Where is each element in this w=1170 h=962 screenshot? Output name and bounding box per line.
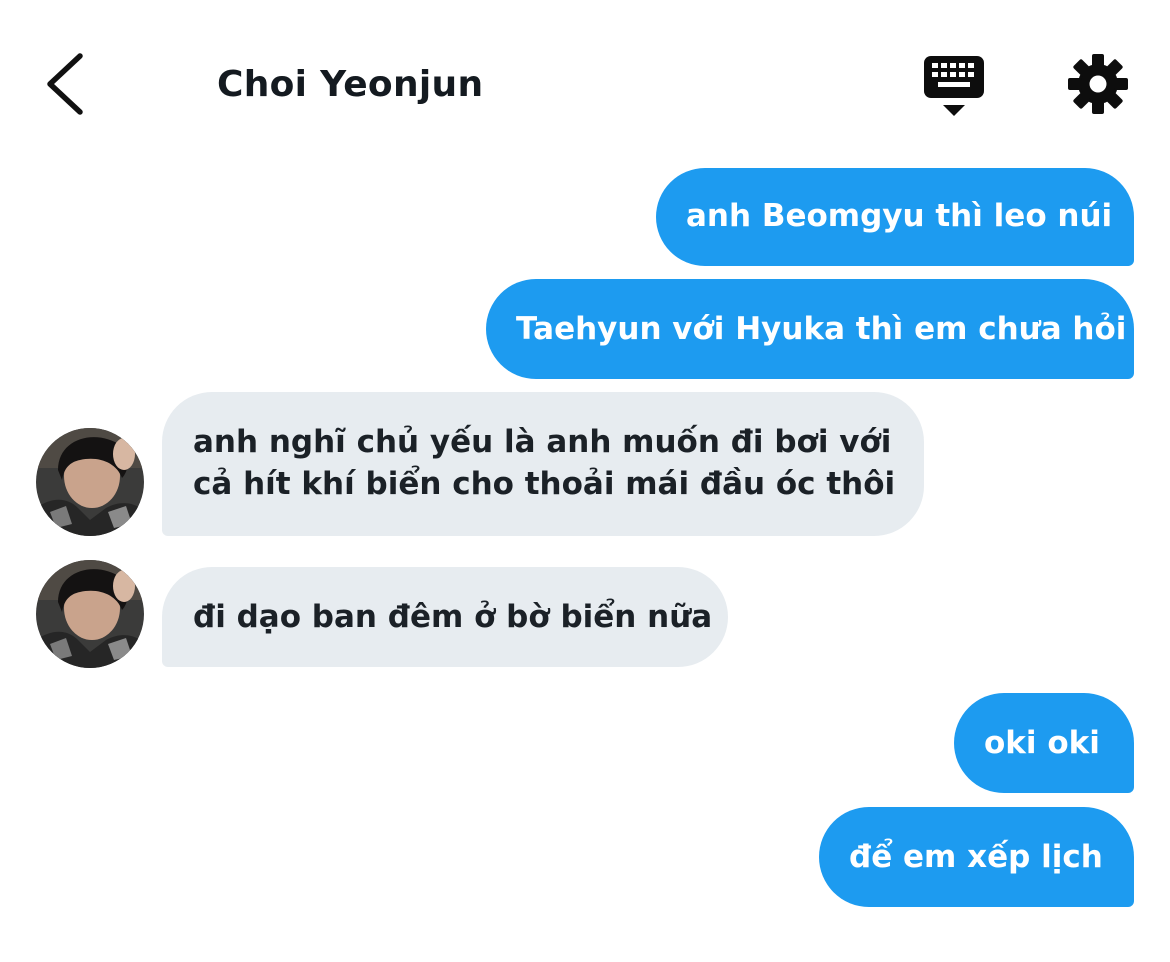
message-text: anh Beomgyu thì leo núi [686, 198, 1113, 234]
message-bubble-outgoing[interactable]: anh Beomgyu thì leo núi [656, 168, 1134, 266]
keyboard-icon [924, 56, 984, 116]
chevron-left-icon [47, 53, 83, 115]
message-bubble-incoming[interactable]: đi dạo ban đêm ở bờ biển nữa [162, 567, 728, 667]
back-button[interactable] [36, 48, 100, 120]
message-text: đi dạo ban đêm ở bờ biển nữa [193, 599, 713, 635]
message-bubble-outgoing[interactable]: Taehyun với Hyuka thì em chưa hỏi [486, 279, 1134, 379]
message-bubble-incoming[interactable]: anh nghĩ chủ yếu là anh muốn đi bơi với … [162, 392, 924, 536]
chat-header: Choi Yeonjun [0, 0, 1170, 160]
message-text-line: cả hít khí biển cho thoải mái đầu óc thô… [193, 466, 896, 502]
message-text: Taehyun với Hyuka thì em chưa hỏi [516, 311, 1127, 347]
conversation-title: Choi Yeonjun [217, 64, 484, 105]
settings-button[interactable] [1064, 50, 1132, 118]
message-text: để em xếp lịch [849, 839, 1103, 875]
contact-avatar[interactable] [36, 560, 144, 668]
contact-avatar[interactable] [36, 428, 144, 536]
message-bubble-outgoing[interactable]: oki oki [954, 693, 1134, 793]
message-text: oki oki [984, 725, 1100, 761]
message-bubble-outgoing[interactable]: để em xếp lịch [819, 807, 1134, 907]
gear-icon [1068, 54, 1128, 114]
keyboard-toggle-button[interactable] [918, 52, 990, 120]
message-text-line: anh nghĩ chủ yếu là anh muốn đi bơi với [193, 424, 892, 460]
avatar-photo [36, 428, 144, 536]
avatar-photo [36, 560, 144, 668]
